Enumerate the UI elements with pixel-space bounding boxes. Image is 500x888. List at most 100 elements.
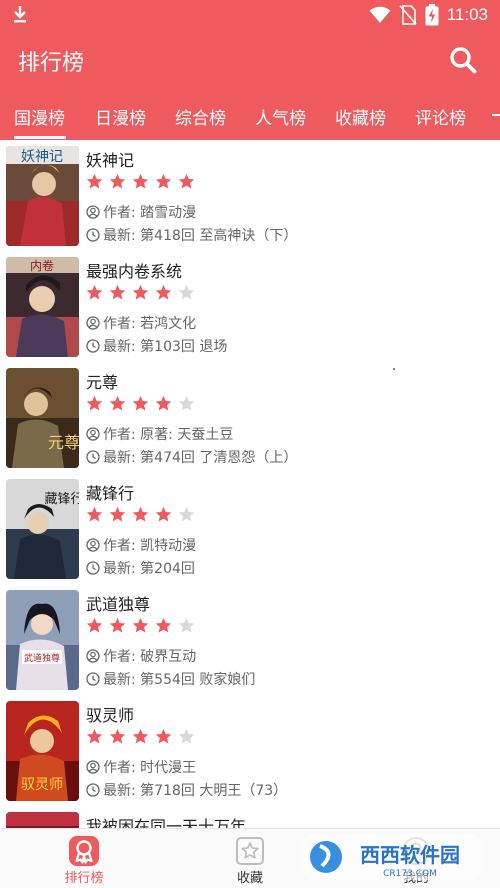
star-filled-icon <box>132 173 149 189</box>
author-row: 作者: 时代漫王 <box>86 757 196 777</box>
author-row: 作者: 凯特动漫 <box>86 535 196 555</box>
star-filled-icon <box>132 395 149 411</box>
comic-cover: 武道独尊 <box>6 590 79 690</box>
no-sim-icon <box>399 5 417 25</box>
author-text: 作者: 破界互动 <box>103 649 197 665</box>
author-icon <box>86 316 100 330</box>
star-empty-icon <box>178 284 195 300</box>
star-filled-icon <box>132 506 149 522</box>
svg-text:CR173.COM: CR173.COM <box>383 869 437 879</box>
tab-zonghe[interactable]: 综合榜 <box>175 104 226 129</box>
star-filled-icon <box>155 395 172 411</box>
star-filled-icon <box>155 617 172 633</box>
comic-list: 妖神记 妖神记 作者: 踏雪动漫 最新: 第418回 至高神诀（下） 内卷 最强… <box>0 140 500 828</box>
svg-text:元尊: 元尊 <box>48 433 79 452</box>
nav-favorites-label: 收藏 <box>236 871 263 886</box>
favorites-icon <box>236 837 264 865</box>
list-item[interactable]: 元尊 元尊 作者: 原著: 天蚕土豆 最新: 第474回 了清恩怨（上） <box>0 362 500 473</box>
latest-row: 最新: 第554回 败家娘们 <box>86 669 255 689</box>
comic-title: 驭灵师 <box>86 706 135 725</box>
rating-stars <box>86 173 195 190</box>
comic-cover: 元尊 <box>6 368 79 468</box>
author-icon <box>86 205 100 219</box>
list-item[interactable]: 武道独尊 武道独尊 作者: 破界互动 最新: 第554回 败家娘们 <box>0 584 500 695</box>
star-filled-icon <box>155 284 172 300</box>
latest-chapter: 最新: 第103回 退场 <box>103 339 228 355</box>
star-filled-icon <box>109 173 126 189</box>
latest-row: 最新: 第474回 了清恩怨（上） <box>86 447 297 467</box>
tab-riman[interactable]: 日漫榜 <box>95 104 146 129</box>
svg-text:驭灵师: 驭灵师 <box>21 777 63 793</box>
comic-cover: 藏锋行 <box>6 479 79 579</box>
svg-text:藏锋行: 藏锋行 <box>44 492 79 507</box>
clock-icon <box>86 783 100 797</box>
list-item[interactable]: 藏锋行 藏锋行 作者: 凯特动漫 最新: 第204回 <box>0 473 500 584</box>
star-filled-icon <box>86 617 103 633</box>
star-empty-icon <box>178 617 195 633</box>
author-row: 作者: 破界互动 <box>86 646 196 666</box>
star-filled-icon <box>86 395 103 411</box>
wifi-icon <box>369 6 391 23</box>
author-icon <box>86 760 100 774</box>
comic-cover: 内卷 <box>6 257 79 357</box>
author-row: 作者: 踏雪动漫 <box>86 202 196 222</box>
clock-icon <box>86 339 100 353</box>
watermark-logo: 西西软件园 CR173.COM <box>302 834 482 880</box>
list-item[interactable]: 驭灵师 驭灵师 作者: 时代漫王 最新: 第718回 大明王（73） <box>0 695 500 806</box>
comic-cover: 驭灵师 <box>6 701 79 801</box>
category-tabs: 国漫榜 日漫榜 综合榜 人气榜 收藏榜 评论榜 <box>0 90 500 140</box>
comic-title: 藏锋行 <box>86 484 135 503</box>
author-row: 作者: 若鸿文化 <box>86 313 196 333</box>
star-empty-icon <box>178 395 195 411</box>
download-icon <box>14 6 26 23</box>
author-icon <box>86 538 100 552</box>
star-empty-icon <box>178 728 195 744</box>
status-time: 11:03 <box>446 5 488 24</box>
star-filled-icon <box>109 506 126 522</box>
page-title: 排行榜 <box>18 51 85 76</box>
list-item[interactable]: 内卷 最强内卷系统 作者: 若鸿文化 最新: 第103回 退场 <box>0 251 500 362</box>
star-filled-icon <box>155 728 172 744</box>
author-text: 作者: 原著: 天蚕土豆 <box>103 427 234 443</box>
list-item[interactable]: 妖神记 妖神记 作者: 踏雪动漫 最新: 第418回 至高神诀（下） <box>0 140 500 251</box>
author-row: 作者: 原著: 天蚕土豆 <box>86 424 233 444</box>
star-filled-icon <box>86 284 103 300</box>
clock-icon <box>86 561 100 575</box>
star-empty-icon <box>178 506 195 522</box>
search-icon[interactable] <box>448 45 478 75</box>
rating-stars <box>86 617 195 634</box>
nav-ranking[interactable]: 排行榜 <box>24 829 144 888</box>
clock-icon <box>86 450 100 464</box>
author-icon <box>86 649 100 663</box>
tab-pinglun[interactable]: 评论榜 <box>415 104 466 129</box>
tab-shoucang[interactable]: 收藏榜 <box>335 104 386 129</box>
ranking-icon <box>69 836 99 866</box>
tab-guoman[interactable]: 国漫榜 <box>14 104 65 129</box>
comic-cover: 妖神记 <box>6 146 79 246</box>
latest-chapter: 最新: 第554回 败家娘们 <box>103 672 256 688</box>
star-filled-icon <box>109 395 126 411</box>
latest-row: 最新: 第103回 退场 <box>86 336 227 356</box>
clock-icon <box>86 672 100 686</box>
star-filled-icon <box>155 506 172 522</box>
svg-text:内卷: 内卷 <box>30 258 54 273</box>
nav-favorites[interactable]: 收藏 <box>190 829 310 888</box>
comic-title: 我被困在同一天十万年 <box>86 817 247 828</box>
latest-chapter: 最新: 第204回 <box>103 561 195 577</box>
comic-title: 元尊 <box>86 373 119 392</box>
tab-overflow-hint <box>492 114 500 116</box>
tab-renqi[interactable]: 人气榜 <box>255 104 306 129</box>
tab-indicator <box>14 136 66 139</box>
latest-row: 最新: 第204回 <box>86 558 195 578</box>
rating-stars <box>86 395 195 412</box>
star-filled-icon <box>86 173 103 189</box>
star-filled-icon <box>86 728 103 744</box>
author-text: 作者: 凯特动漫 <box>103 538 197 554</box>
star-filled-icon <box>178 173 195 189</box>
app-bar: 排行榜 <box>0 30 500 90</box>
rating-stars <box>86 728 195 745</box>
svg-text:武道独尊: 武道独尊 <box>24 652 60 664</box>
list-item[interactable]: 我被困在同一天十万年 <box>0 806 500 828</box>
status-bar: 11:03 <box>0 0 500 30</box>
clock-icon <box>86 228 100 242</box>
